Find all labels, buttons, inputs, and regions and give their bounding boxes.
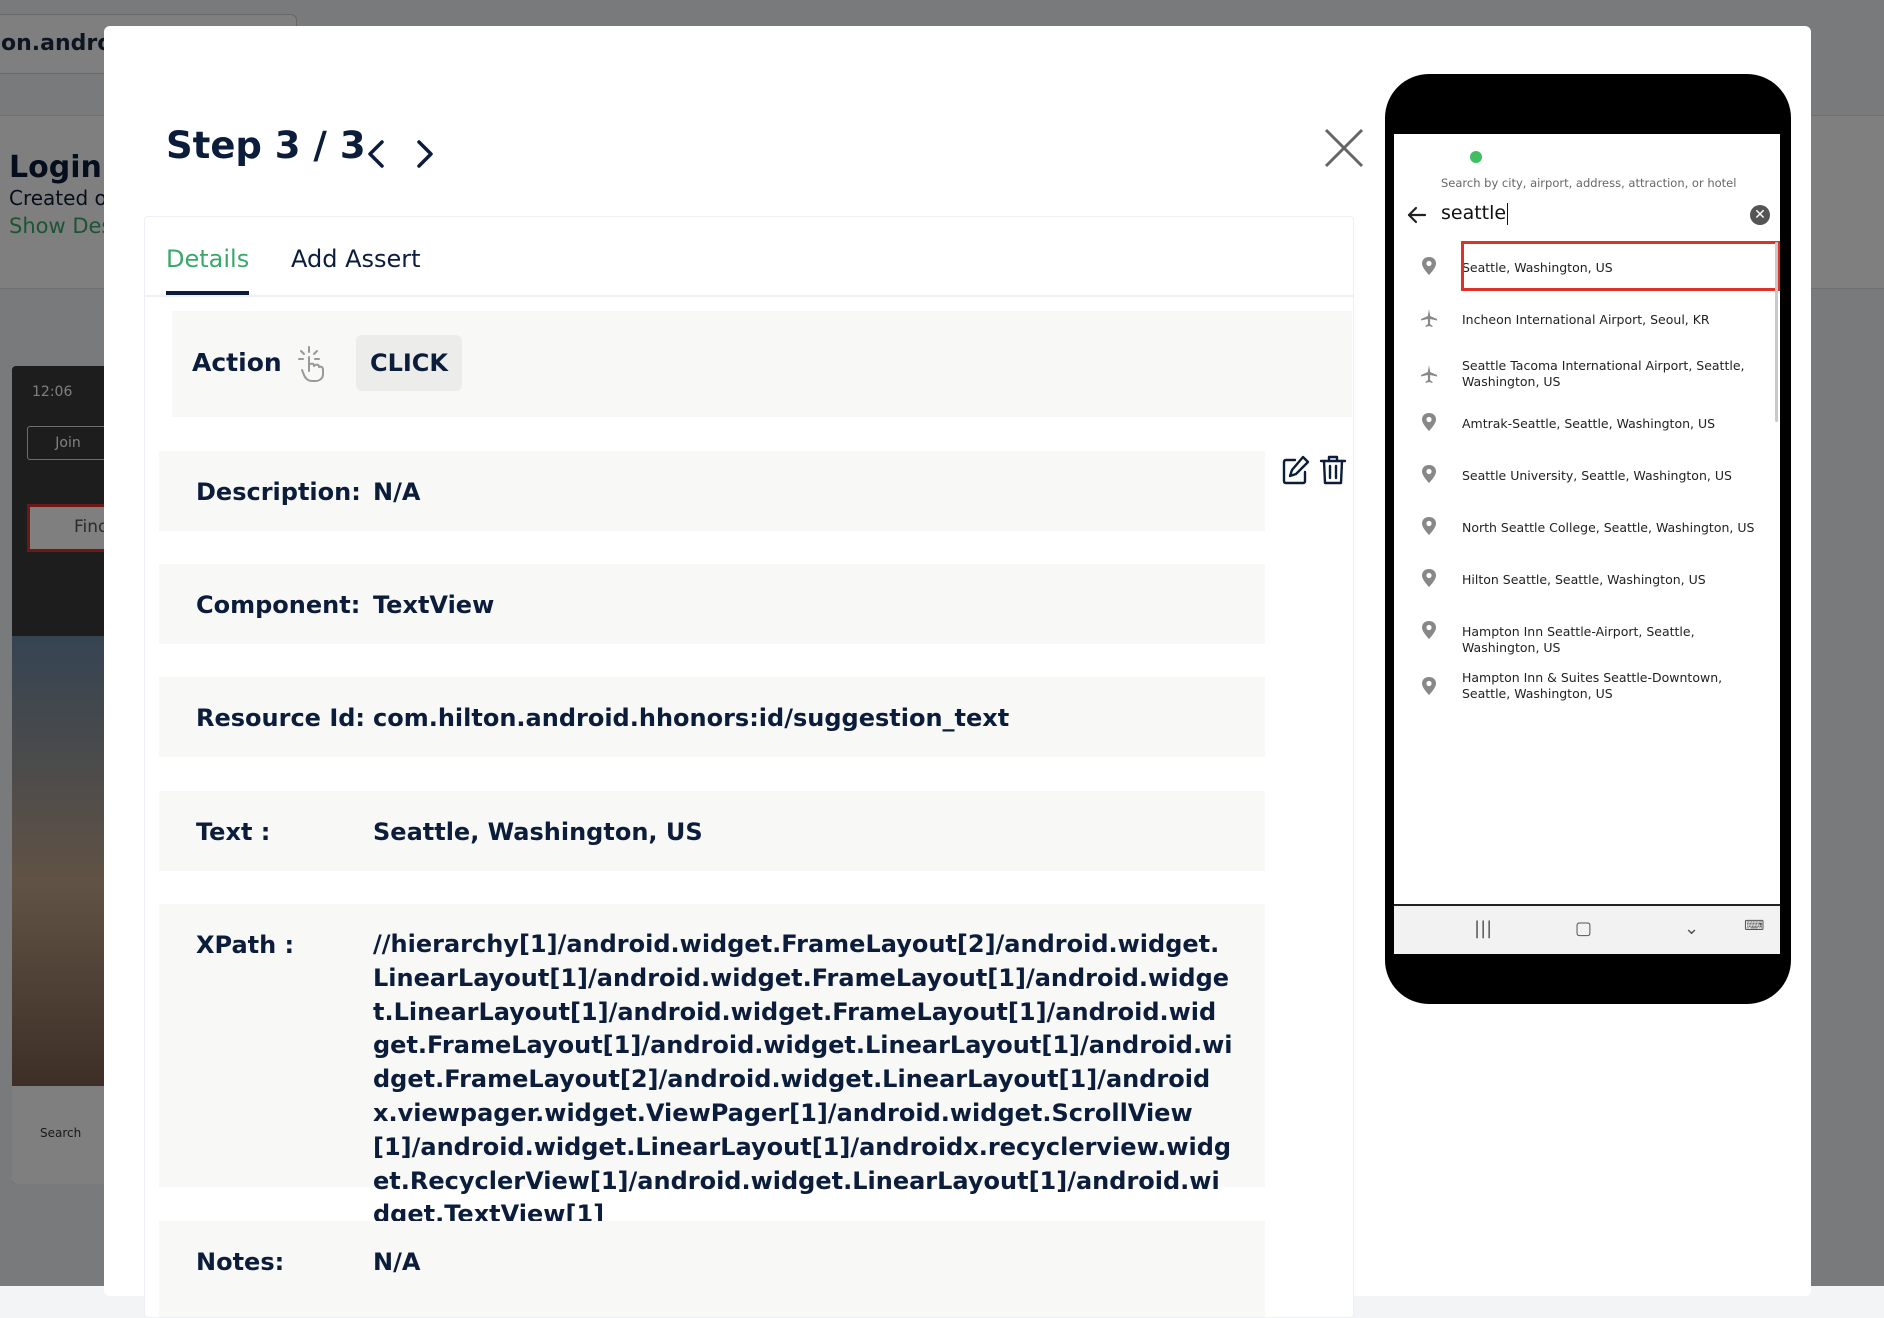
status-indicator (1470, 151, 1482, 163)
selected-element-highlight (1461, 241, 1780, 291)
chevron-down-icon: ⌄ (1684, 918, 1700, 939)
location-pin-icon (1422, 569, 1436, 587)
tap-gesture-icon (298, 346, 324, 382)
xpath-row: XPath : //hierarchy[1]/android.widget.Fr… (159, 904, 1265, 1228)
keyboard-icon: ⌨ (1744, 918, 1765, 934)
step-title: Step 3 / 3 (166, 124, 366, 167)
list-item: Seattle University, Seattle, Washington,… (1394, 450, 1780, 502)
tab-add-assert[interactable]: Add Assert (291, 245, 421, 273)
device-screen: Search by city, airport, address, attrac… (1394, 134, 1780, 954)
location-pin-icon (1422, 257, 1436, 275)
location-pin-icon (1422, 465, 1436, 483)
list-item-text: Seattle Tacoma International Airport, Se… (1462, 358, 1745, 389)
list-item: Hilton Seattle, Seattle, Washington, US (1394, 554, 1780, 606)
resource-id-label: Resource Id: (196, 704, 366, 732)
list-item-text: Amtrak-Seattle, Seattle, Washington, US (1462, 416, 1716, 431)
airplane-icon (1421, 365, 1437, 383)
description-row: Description: N/A (159, 451, 1265, 531)
chevron-right-icon[interactable] (407, 134, 443, 174)
list-item: North Seattle College, Seattle, Washingt… (1394, 502, 1780, 554)
list-item-text: Hilton Seattle, Seattle, Washington, US (1462, 572, 1706, 587)
edit-icon[interactable] (1281, 454, 1311, 486)
airplane-icon (1421, 309, 1437, 327)
location-pin-icon (1422, 677, 1436, 695)
list-scrollbar (1775, 242, 1778, 422)
android-nav-bar: ||| ▢ ⌄ ⌨ (1394, 904, 1780, 954)
xpath-label: XPath : (196, 931, 295, 959)
action-label: Action (192, 348, 282, 377)
step-details-modal: Step 3 / 3 Details Add Assert Action CLI… (104, 26, 1811, 1318)
recent-apps-icon: ||| (1474, 918, 1493, 939)
search-field: seattle (1441, 202, 1509, 225)
notes-label: Notes: (196, 1248, 285, 1276)
description-label: Description: (196, 478, 361, 506)
text-value: Seattle, Washington, US (373, 818, 703, 846)
search-value: seattle (1441, 202, 1507, 224)
list-item: Seattle Tacoma International Airport, Se… (1394, 346, 1780, 398)
chevron-left-icon[interactable] (358, 134, 394, 174)
notes-value: N/A (373, 1248, 421, 1276)
details-panel: Details Add Assert Action CLICK Descript… (144, 216, 1354, 1318)
list-item: Incheon International Airport, Seoul, KR (1394, 294, 1780, 346)
list-item-text: Seattle University, Seattle, Washington,… (1462, 468, 1732, 483)
location-pin-icon (1422, 621, 1436, 639)
trash-icon[interactable] (1319, 454, 1347, 486)
action-type-badge: CLICK (356, 335, 462, 391)
home-icon: ▢ (1575, 918, 1593, 939)
tab-details[interactable]: Details (166, 245, 250, 295)
action-row: Action CLICK (172, 311, 1352, 417)
list-item-text: Hampton Inn & Suites Seattle-Downtown, S… (1462, 670, 1723, 701)
text-caret (1507, 202, 1509, 225)
location-pin-icon (1422, 413, 1436, 431)
list-item: Hampton Inn & Suites Seattle-Downtown, S… (1394, 658, 1780, 710)
location-pin-icon (1422, 517, 1436, 535)
text-row: Text : Seattle, Washington, US (159, 791, 1265, 871)
search-hint: Search by city, airport, address, attrac… (1441, 176, 1737, 190)
close-icon[interactable] (1322, 126, 1366, 170)
back-arrow-icon (1407, 206, 1427, 224)
tab-bar: Details Add Assert (145, 217, 1353, 297)
list-item-text: Hampton Inn Seattle-Airport, Seattle, Wa… (1462, 624, 1695, 655)
text-label: Text : (196, 818, 271, 846)
list-item-text: Incheon International Airport, Seoul, KR (1462, 312, 1710, 327)
list-item: Hampton Inn Seattle-Airport, Seattle, Wa… (1394, 606, 1780, 658)
component-row: Component: TextView (159, 564, 1265, 644)
resource-id-row: Resource Id: com.hilton.android.hhonors:… (159, 677, 1265, 757)
resource-id-value: com.hilton.android.hhonors:id/suggestion… (373, 704, 1010, 732)
list-item: Amtrak-Seattle, Seattle, Washington, US (1394, 398, 1780, 450)
device-preview: Search by city, airport, address, attrac… (1385, 74, 1791, 1004)
description-value: N/A (373, 478, 421, 506)
component-label: Component: (196, 591, 361, 619)
clear-search-icon: ✕ (1750, 205, 1770, 225)
xpath-value: //hierarchy[1]/android.widget.FrameLayou… (373, 930, 1233, 1229)
list-item-text: North Seattle College, Seattle, Washingt… (1462, 520, 1755, 535)
notes-row: Notes: N/A (159, 1221, 1265, 1317)
component-value: TextView (373, 591, 495, 619)
